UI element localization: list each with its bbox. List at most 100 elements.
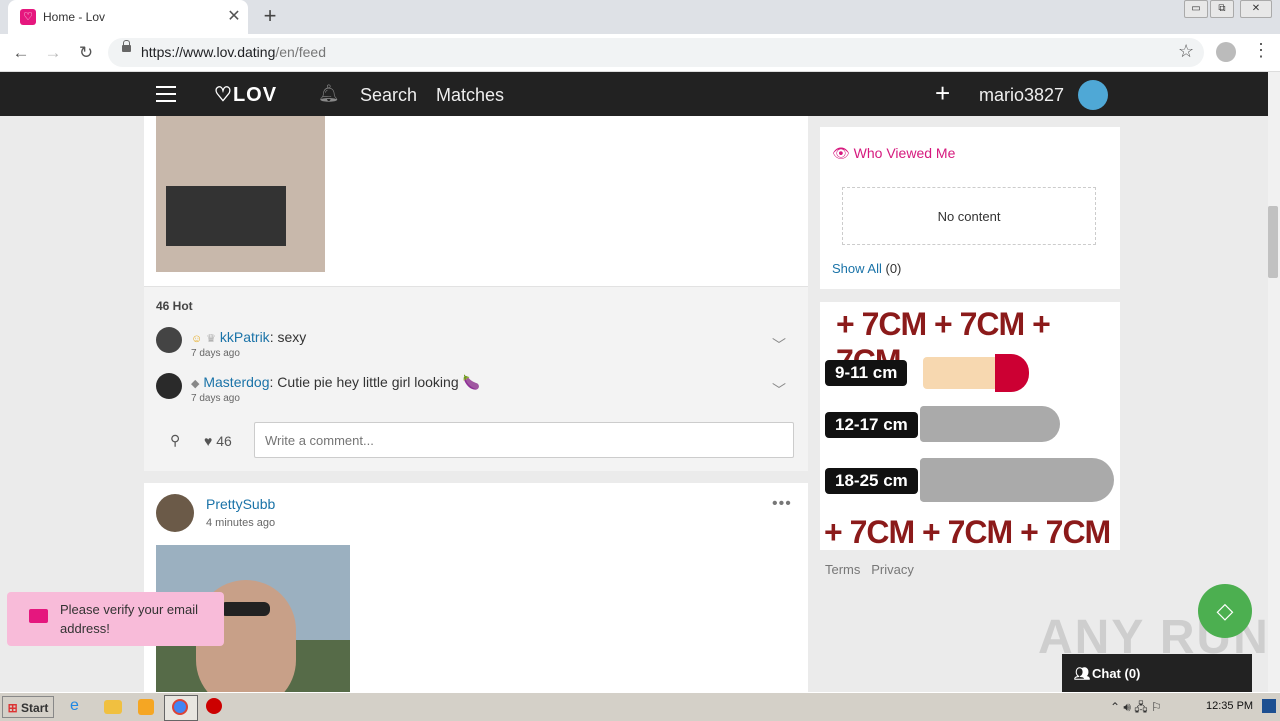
eye-icon: 👁︎ [832, 145, 850, 161]
tab-close-icon[interactable]: ✕ [224, 6, 244, 26]
windows-logo-icon: ⊞ [7, 701, 18, 715]
logo-text: LOV [232, 84, 278, 106]
heart-logo-icon: ♡ [214, 84, 233, 106]
hamburger-menu-icon[interactable] [156, 86, 176, 102]
bell-icon[interactable]: 🔔︎ [318, 84, 340, 104]
comment-text: : sexy [269, 329, 307, 345]
envelope-icon [29, 609, 48, 623]
chevron-down-icon[interactable]: ﹀ [772, 335, 786, 355]
comments-section: 46 Hot ☺ ♛ kkPatrik: sexy 7 days ago ﹀ ◆… [144, 286, 808, 471]
show-all-label: Show All [832, 261, 882, 276]
nav-search[interactable]: Search [360, 85, 417, 106]
url-text[interactable]: https://www.lov.dating/en/feed [141, 44, 326, 60]
browser-tab-strip: ♡ Home - Lov ✕ + ▭ ⧉ ✕ [0, 0, 1280, 34]
comment-time: 7 days ago [191, 348, 240, 359]
comment-avatar[interactable] [156, 373, 182, 399]
username-label[interactable]: mario3827 [979, 85, 1064, 106]
site-header: ♡LOV 🔔︎ Search Matches + mario3827 [0, 72, 1268, 116]
url-path: /en/feed [275, 44, 326, 60]
who-viewed-label: Who Viewed Me [853, 145, 956, 161]
new-tab-button[interactable]: + [258, 3, 282, 29]
post-author-avatar[interactable] [156, 494, 194, 532]
tab-title: Home - Lov [43, 10, 106, 24]
taskbar: ⊞ Start e ⌃ 🔊︎ 🖧 ⚐ 12:35 PM [0, 692, 1280, 721]
post-time: 4 minutes ago [206, 517, 276, 529]
ad-size-label: 18-25 cm [825, 468, 918, 494]
minimize-button[interactable]: ▭ [1184, 0, 1208, 18]
verify-email-toast[interactable]: Please verify your email address! [7, 592, 224, 646]
reload-icon[interactable]: ↻ [75, 42, 97, 64]
comment-author[interactable]: Masterdog [203, 374, 269, 390]
ad-bottom-text: + 7CM + 7CM + 7CM [824, 514, 1111, 550]
premium-diamond-button[interactable]: ◇ [1198, 584, 1252, 638]
ad-shape [920, 406, 1060, 442]
media-player-icon[interactable] [138, 699, 154, 715]
heart-icon: ♥ [204, 433, 213, 449]
post-author[interactable]: PrettySubb [206, 496, 275, 512]
start-button[interactable]: ⊞ Start [2, 696, 54, 718]
like-button[interactable]: ♥ 46 [204, 433, 232, 449]
chat-label: Chat (0) [1092, 666, 1141, 681]
address-bar[interactable]: https://www.lov.dating/en/feed ☆ [108, 38, 1204, 67]
toast-text: Please verify your email address! [60, 602, 198, 636]
lov-favicon-icon: ♡ [20, 9, 36, 25]
who-viewed-title[interactable]: 👁︎ Who Viewed Me [832, 145, 955, 162]
footer-links: Terms Privacy [825, 562, 914, 577]
comment-input[interactable] [254, 422, 794, 458]
comment-avatar[interactable] [156, 327, 182, 353]
chrome-icon [172, 699, 188, 715]
user-avatar[interactable] [1078, 80, 1108, 110]
show-all-count: (0) [885, 261, 902, 276]
bookmark-star-icon[interactable]: ☆ [1178, 41, 1194, 62]
add-post-button[interactable]: + [935, 78, 950, 109]
forward-arrow-icon[interactable]: → [42, 42, 64, 64]
ad-banner[interactable]: + 7CM + 7CM + 7CM 9-11 cm 12-17 cm 18-25… [820, 302, 1120, 550]
ad-shape [923, 357, 1003, 389]
comment-time: 7 days ago [191, 393, 240, 404]
crown-icon: ♛ [206, 333, 216, 345]
tray-icons[interactable]: ⌃ 🔊︎ 🖧 ⚐ [1110, 698, 1162, 719]
window-close-button[interactable]: ✕ [1240, 0, 1272, 18]
post-photo[interactable] [156, 116, 325, 272]
no-content-box: No content [842, 187, 1096, 245]
scrollbar-thumb[interactable] [1268, 206, 1278, 278]
browser-menu-icon[interactable]: ⋮ [1252, 40, 1270, 61]
show-all-link[interactable]: Show All (0) [832, 261, 901, 276]
chat-bar[interactable]: 👥︎ Chat (0) [1062, 654, 1252, 692]
comment-line: ◆ Masterdog: Cutie pie hey little girl l… [191, 374, 480, 391]
browser-toolbar: ← → ↻ https://www.lov.dating/en/feed ☆ ⋮ [0, 34, 1280, 72]
opera-icon[interactable] [206, 698, 222, 714]
terms-link[interactable]: Terms [825, 562, 860, 577]
ie-icon[interactable]: e [70, 697, 90, 717]
hot-count[interactable]: 46 Hot [156, 299, 193, 313]
comment-line: ☺ ♛ kkPatrik: sexy [191, 329, 306, 345]
diamond-badge-icon: ◆ [191, 378, 200, 390]
clock[interactable]: 12:35 PM [1206, 700, 1253, 712]
who-viewed-me-widget: 👁︎ Who Viewed Me No content Show All (0) [820, 127, 1120, 289]
browser-tab[interactable]: ♡ Home - Lov ✕ [8, 0, 248, 34]
lov-logo[interactable]: ♡LOV [214, 82, 277, 107]
ad-size-label: 12-17 cm [825, 412, 918, 438]
url-host: https://www.lov.dating [141, 44, 276, 60]
chrome-taskbar-button[interactable] [164, 695, 198, 721]
back-arrow-icon[interactable]: ← [10, 42, 32, 64]
badge-icon: ☺ [191, 333, 203, 345]
ad-size-label: 9-11 cm [825, 360, 908, 386]
ad-shape [995, 354, 1029, 392]
folder-icon[interactable] [104, 700, 122, 714]
nav-matches[interactable]: Matches [436, 85, 504, 106]
restore-button[interactable]: ⧉ [1210, 0, 1234, 18]
privacy-link[interactable]: Privacy [871, 562, 914, 577]
start-label: Start [21, 701, 49, 715]
post-menu-button[interactable]: ••• [772, 495, 792, 513]
comment-author[interactable]: kkPatrik [220, 329, 270, 345]
ad-shape [920, 458, 1114, 502]
lock-icon [122, 40, 131, 52]
chevron-down-icon[interactable]: ﹀ [772, 380, 786, 400]
comment-text: : Cutie pie hey little girl looking 🍆 [269, 374, 480, 390]
page-scrollbar[interactable] [1268, 72, 1280, 692]
pin-icon[interactable]: ⚲ [170, 432, 180, 449]
show-desktop-icon[interactable] [1262, 699, 1276, 713]
post-card: PrettySubb 4 minutes ago ••• [144, 483, 808, 698]
profile-avatar-icon[interactable] [1216, 42, 1236, 62]
